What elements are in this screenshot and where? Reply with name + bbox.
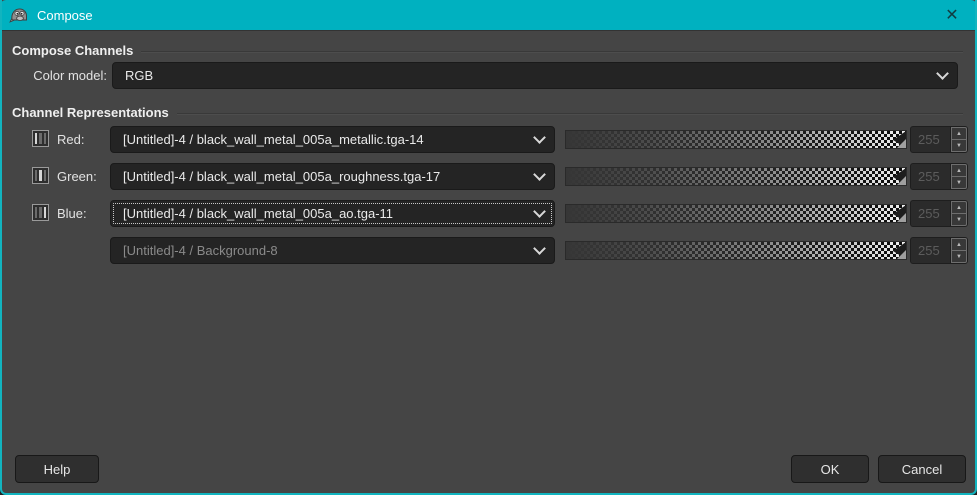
unused-value: 255 [911,238,950,263]
color-model-label: Color model: [12,68,107,83]
window-title: Compose [37,8,93,23]
chevron-down-icon [936,67,949,80]
unused-value-spinner[interactable]: 255 ▲ ▼ [910,237,968,264]
red-channel-icon [32,130,49,147]
blue-value: 255 [911,201,950,226]
heading-divider [141,51,963,53]
spin-up-icon[interactable]: ▲ [951,238,967,250]
green-source-dropdown[interactable]: [Untitled]-4 / black_wall_metal_005a_rou… [110,163,555,190]
channel-representations-heading-label: Channel Representations [12,105,169,120]
blue-channel-icon [32,204,49,221]
unused-source-dropdown[interactable]: [Untitled]-4 / Background-8 [110,237,555,264]
gimp-wilber-icon [9,7,29,23]
blue-source-dropdown[interactable]: [Untitled]-4 / black_wall_metal_005a_ao.… [110,200,555,227]
channel-representations-heading: Channel Representations [12,105,963,120]
spin-down-icon[interactable]: ▼ [951,213,967,226]
color-model-value: RGB [125,68,930,83]
unused-value-slider[interactable] [565,241,907,260]
red-value-spinner[interactable]: 255 ▲ ▼ [910,126,968,153]
chevron-down-icon [533,131,546,144]
compose-dialog: Compose ✕ Compose Channels Color model: … [0,0,977,495]
green-source-value: [Untitled]-4 / black_wall_metal_005a_rou… [123,169,527,184]
red-channel-label: Red: [57,132,84,147]
spin-up-icon[interactable]: ▲ [951,164,967,176]
titlebar[interactable]: Compose ✕ [0,0,977,30]
close-icon[interactable]: ✕ [935,0,969,30]
cancel-button[interactable]: Cancel [878,455,966,483]
chevron-down-icon [533,205,546,218]
spin-down-icon[interactable]: ▼ [951,250,967,263]
green-value-slider[interactable] [565,167,907,186]
ok-button[interactable]: OK [791,455,869,483]
spin-down-icon[interactable]: ▼ [951,176,967,189]
red-value: 255 [911,127,950,152]
blue-channel-label: Blue: [57,206,87,221]
spin-up-icon[interactable]: ▲ [951,201,967,213]
spin-up-icon[interactable]: ▲ [951,127,967,139]
blue-source-value: [Untitled]-4 / black_wall_metal_005a_ao.… [123,206,527,221]
red-value-slider[interactable] [565,130,907,149]
chevron-down-icon [533,242,546,255]
unused-source-value: [Untitled]-4 / Background-8 [123,243,527,258]
chevron-down-icon [533,168,546,181]
green-value: 255 [911,164,950,189]
green-channel-icon [32,167,49,184]
blue-value-slider[interactable] [565,204,907,223]
compose-channels-heading-label: Compose Channels [12,43,133,58]
help-button[interactable]: Help [15,455,99,483]
green-value-spinner[interactable]: 255 ▲ ▼ [910,163,968,190]
spin-down-icon[interactable]: ▼ [951,139,967,152]
blue-value-spinner[interactable]: 255 ▲ ▼ [910,200,968,227]
green-channel-label: Green: [57,169,97,184]
red-source-value: [Untitled]-4 / black_wall_metal_005a_met… [123,132,527,147]
red-source-dropdown[interactable]: [Untitled]-4 / black_wall_metal_005a_met… [110,126,555,153]
color-model-dropdown[interactable]: RGB [112,62,958,89]
heading-divider [177,113,963,115]
compose-channels-heading: Compose Channels [12,43,963,58]
